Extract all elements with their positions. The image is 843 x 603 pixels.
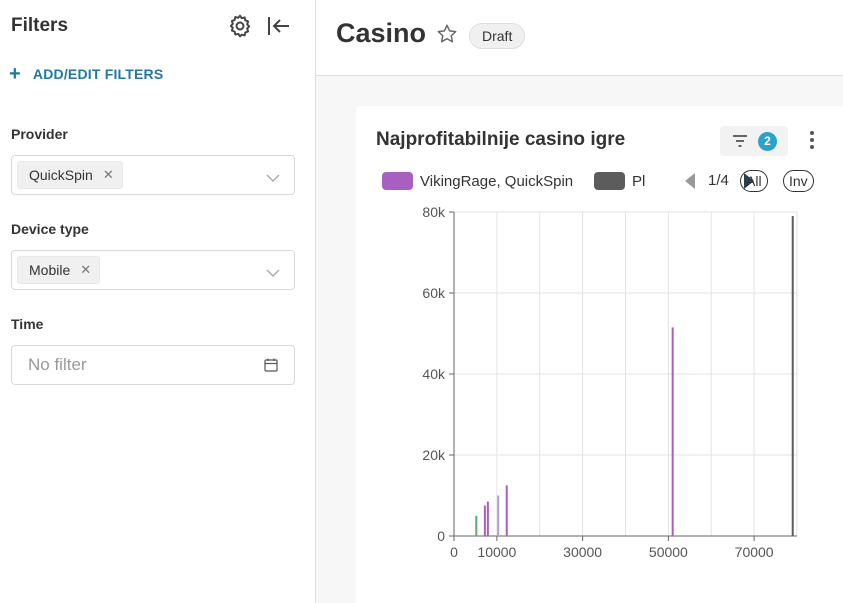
chevron-down-icon: [266, 265, 280, 283]
x-tick-label: 30000: [563, 544, 602, 560]
device-type-tag-label: Mobile: [29, 262, 71, 278]
filter-count-badge: 2: [758, 132, 777, 151]
legend-page: 1/4: [708, 172, 729, 189]
star-icon[interactable]: [436, 23, 458, 50]
y-tick-label: 80k: [422, 204, 446, 220]
chart-title: Najprofitabilnije casino igre: [376, 129, 626, 150]
provider-label: Provider: [11, 126, 68, 142]
y-tick-label: 40k: [422, 366, 446, 382]
add-edit-filters-button[interactable]: + ADD/EDIT FILTERS: [9, 64, 163, 84]
legend-label: VikingRage, QuickSpin: [420, 172, 574, 190]
legend-item[interactable]: Pl: [594, 170, 645, 192]
legend-label: Pl: [632, 172, 646, 190]
chart-bar: [475, 515, 478, 536]
add-edit-filters-label: ADD/EDIT FILTERS: [32, 66, 164, 82]
time-label: Time: [11, 316, 44, 332]
legend-prev-icon[interactable]: [684, 170, 696, 192]
y-tick-label: 60k: [422, 285, 446, 301]
gear-icon[interactable]: [226, 12, 254, 40]
device-type-tag: Mobile ✕: [17, 256, 101, 284]
chart-bar: [483, 505, 486, 536]
legend-item[interactable]: VikingRage, QuickSpin: [382, 170, 573, 192]
more-options-icon[interactable]: [808, 130, 816, 155]
dashboard-header: Casino Draft: [316, 0, 843, 76]
provider-tag-label: QuickSpin: [29, 167, 93, 183]
chart-bar: [671, 327, 674, 536]
status-badge: Draft: [469, 23, 526, 49]
collapse-panel-icon[interactable]: [265, 12, 293, 40]
chevron-down-icon: [266, 170, 280, 188]
y-tick-label: 0: [437, 528, 445, 544]
filters-header: Filters: [11, 12, 296, 40]
filters-panel: Filters + ADD/EDIT FILTERS Provider Quic…: [0, 0, 316, 603]
x-tick-label: 50000: [649, 544, 688, 560]
device-type-select[interactable]: Mobile ✕: [11, 250, 295, 290]
time-filter-input[interactable]: No filter: [11, 345, 295, 385]
remove-tag-icon[interactable]: ✕: [80, 262, 91, 278]
dashboard-title: Casino: [336, 18, 427, 48]
filter-icon: [732, 134, 748, 153]
x-tick-label: 70000: [735, 544, 774, 560]
legend-inv-button[interactable]: Inv: [783, 170, 814, 192]
bar-chart: 0 20k 40k 60k 80k 0 10000 30000 50000 70000: [422, 204, 798, 560]
chart-bar: [497, 495, 500, 536]
remove-tag-icon[interactable]: ✕: [103, 167, 114, 183]
filters-title: Filters: [11, 15, 69, 36]
provider-select[interactable]: QuickSpin ✕: [11, 155, 295, 195]
legend-swatch: [382, 172, 413, 190]
device-type-label: Device type: [11, 221, 89, 237]
x-tick-label: 10000: [477, 544, 516, 560]
y-tick-label: 20k: [422, 447, 446, 463]
plus-icon: +: [9, 63, 21, 85]
x-tick-label: 0: [450, 544, 458, 560]
chart-bar: [486, 501, 489, 536]
chart-card: Najprofitabilnije casino igre 2 VikingRa…: [356, 106, 843, 603]
time-placeholder: No filter: [28, 355, 87, 374]
applied-filters-button[interactable]: 2: [720, 126, 788, 156]
legend-all-button[interactable]: All: [740, 170, 768, 192]
calendar-icon: [264, 358, 278, 377]
chart-bar: [791, 216, 794, 537]
provider-tag: QuickSpin ✕: [17, 161, 123, 189]
chart-legend: VikingRage, QuickSpin Pl 1/4 All Inv: [382, 170, 843, 192]
chart-bar: [505, 485, 508, 536]
legend-swatch: [594, 172, 625, 190]
